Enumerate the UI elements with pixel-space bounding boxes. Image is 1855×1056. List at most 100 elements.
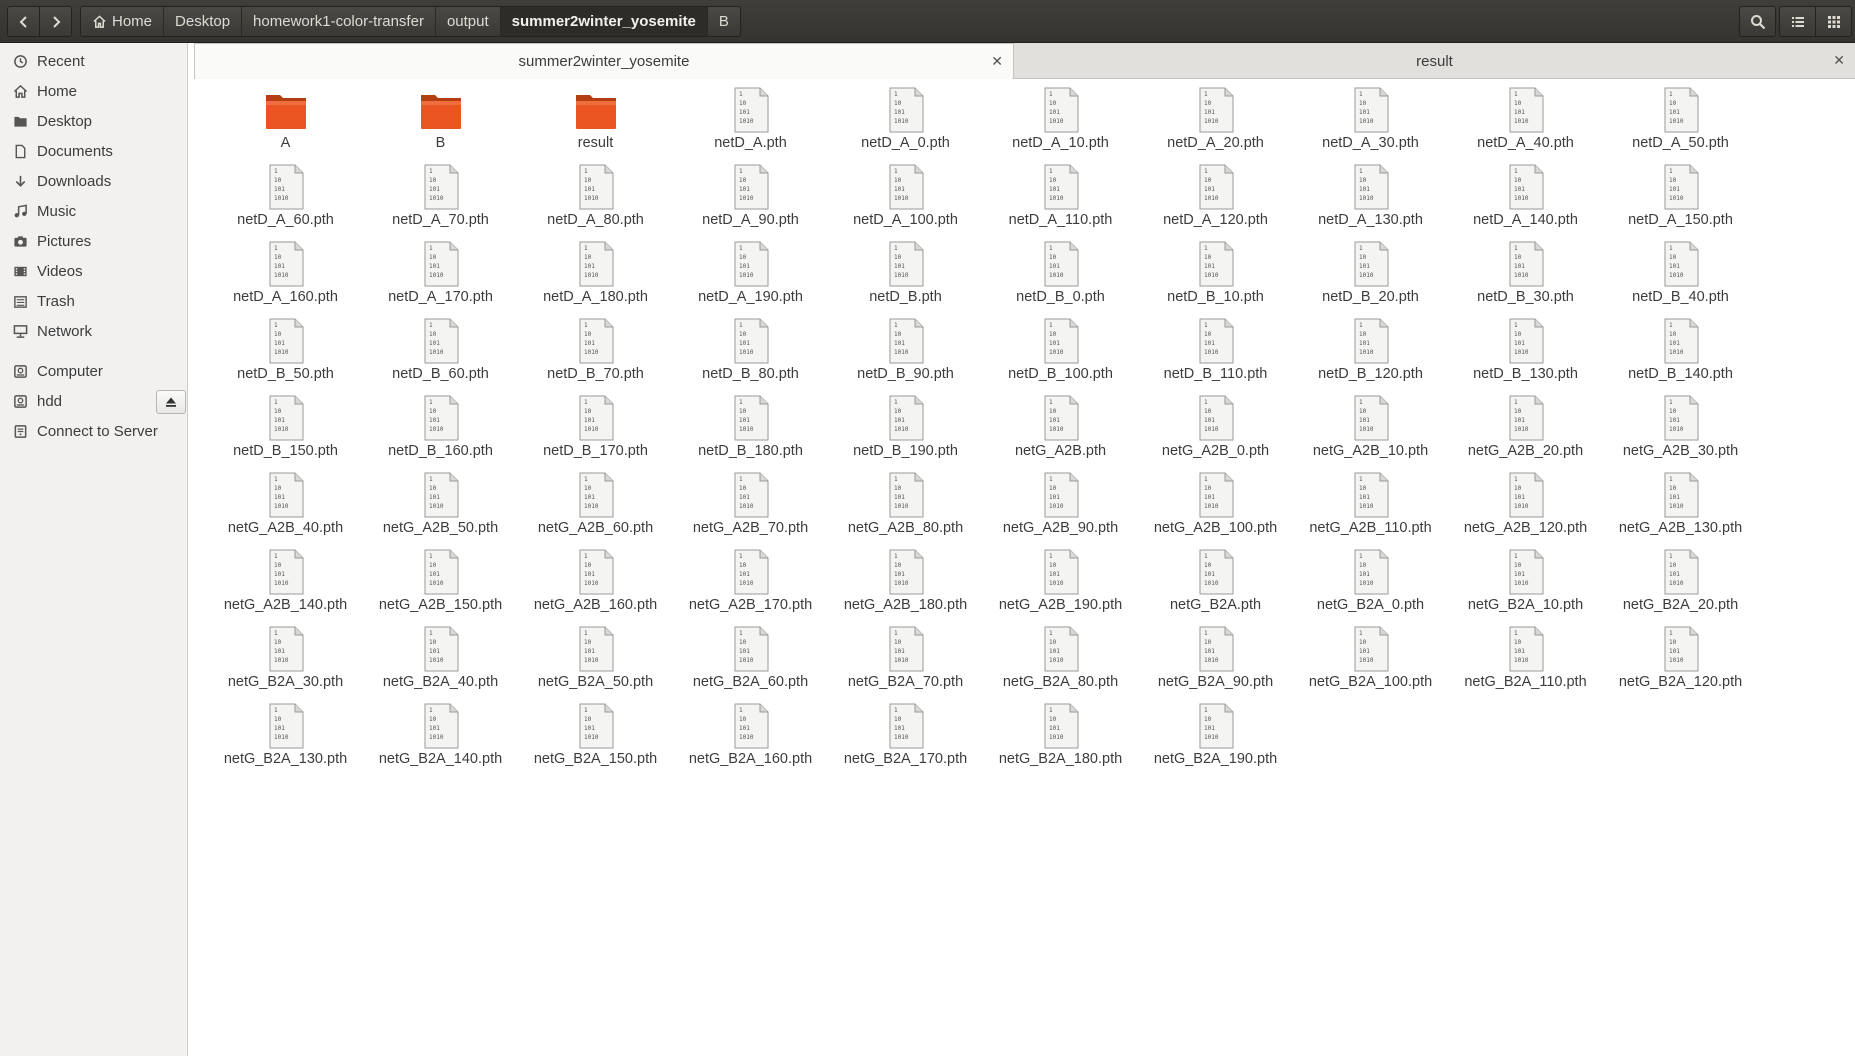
- file-item[interactable]: 1 10 101 1010 netG_B2A_60.pth: [673, 624, 828, 701]
- file-item[interactable]: 1 10 101 1010 netG_A2B_170.pth: [673, 547, 828, 624]
- file-item[interactable]: 1 10 101 1010 netD_B_40.pth: [1603, 239, 1758, 316]
- file-item[interactable]: 1 10 101 1010 netG_B2A_180.pth: [983, 701, 1138, 778]
- file-item[interactable]: 1 10 101 1010 netD_A_70.pth: [363, 162, 518, 239]
- sidebar-item-downloads[interactable]: Downloads: [0, 167, 187, 195]
- file-item[interactable]: 1 10 101 1010 netD_B_70.pth: [518, 316, 673, 393]
- file-item[interactable]: 1 10 101 1010 netD_A_60.pth: [208, 162, 363, 239]
- sidebar-item-music[interactable]: Music: [0, 197, 187, 225]
- folder-item[interactable]: result: [518, 85, 673, 162]
- file-item[interactable]: 1 10 101 1010 netD_A_180.pth: [518, 239, 673, 316]
- breadcrumb-homework[interactable]: homework1-color-transfer: [242, 7, 436, 36]
- file-item[interactable]: 1 10 101 1010 netD_B_60.pth: [363, 316, 518, 393]
- file-item[interactable]: 1 10 101 1010 netG_A2B_40.pth: [208, 470, 363, 547]
- close-icon[interactable]: ✕: [1833, 52, 1845, 69]
- sidebar-item-pictures[interactable]: Pictures: [0, 227, 187, 255]
- file-item[interactable]: 1 10 101 1010 netG_B2A_100.pth: [1293, 624, 1448, 701]
- file-item[interactable]: 1 10 101 1010 netG_B2A_170.pth: [828, 701, 983, 778]
- file-item[interactable]: 1 10 101 1010 netG_B2A_140.pth: [363, 701, 518, 778]
- file-item[interactable]: 1 10 101 1010 netD_B_0.pth: [983, 239, 1138, 316]
- file-item[interactable]: 1 10 101 1010 netG_A2B_190.pth: [983, 547, 1138, 624]
- file-item[interactable]: 1 10 101 1010 netD_B_160.pth: [363, 393, 518, 470]
- list-view-button[interactable]: [1779, 6, 1816, 37]
- file-item[interactable]: 1 10 101 1010 netD_A_160.pth: [208, 239, 363, 316]
- file-item[interactable]: 1 10 101 1010 netG_B2A_80.pth: [983, 624, 1138, 701]
- grid-view-button[interactable]: [1815, 6, 1852, 37]
- file-item[interactable]: 1 10 101 1010 netG_A2B_90.pth: [983, 470, 1138, 547]
- file-item[interactable]: 1 10 101 1010 netD_A_90.pth: [673, 162, 828, 239]
- file-item[interactable]: 1 10 101 1010 netG_B2A_130.pth: [208, 701, 363, 778]
- file-item[interactable]: 1 10 101 1010 netD_B_140.pth: [1603, 316, 1758, 393]
- file-item[interactable]: 1 10 101 1010 netG_A2B_150.pth: [363, 547, 518, 624]
- sidebar-item-home[interactable]: Home: [0, 77, 187, 105]
- close-icon[interactable]: ✕: [991, 53, 1003, 70]
- file-item[interactable]: 1 10 101 1010 netG_A2B_80.pth: [828, 470, 983, 547]
- search-button[interactable]: [1739, 6, 1776, 37]
- tab-summer2winter[interactable]: summer2winter_yosemite ✕: [194, 43, 1014, 79]
- sidebar-item-documents[interactable]: Documents: [0, 137, 187, 165]
- file-item[interactable]: 1 10 101 1010 netG_A2B_180.pth: [828, 547, 983, 624]
- file-item[interactable]: 1 10 101 1010 netD_A_100.pth: [828, 162, 983, 239]
- breadcrumb-b[interactable]: B: [708, 7, 740, 36]
- file-item[interactable]: 1 10 101 1010 netD_B_100.pth: [983, 316, 1138, 393]
- forward-button[interactable]: [39, 6, 72, 37]
- back-button[interactable]: [7, 6, 40, 37]
- folder-item[interactable]: A: [208, 85, 363, 162]
- file-item[interactable]: 1 10 101 1010 netG_B2A_110.pth: [1448, 624, 1603, 701]
- breadcrumb-current[interactable]: summer2winter_yosemite: [500, 7, 708, 36]
- file-item[interactable]: 1 10 101 1010 netD_A_30.pth: [1293, 85, 1448, 162]
- file-item[interactable]: 1 10 101 1010 netG_A2B_50.pth: [363, 470, 518, 547]
- file-item[interactable]: 1 10 101 1010 netG_B2A_120.pth: [1603, 624, 1758, 701]
- breadcrumb-output[interactable]: output: [436, 7, 501, 36]
- file-item[interactable]: 1 10 101 1010 netD_B_30.pth: [1448, 239, 1603, 316]
- file-item[interactable]: 1 10 101 1010 netD_A_140.pth: [1448, 162, 1603, 239]
- sidebar-item-trash[interactable]: Trash: [0, 287, 187, 315]
- sidebar-item-videos[interactable]: Videos: [0, 257, 187, 285]
- file-item[interactable]: 1 10 101 1010 netG_B2A_10.pth: [1448, 547, 1603, 624]
- eject-button[interactable]: [156, 390, 186, 414]
- file-item[interactable]: 1 10 101 1010 netD_A_110.pth: [983, 162, 1138, 239]
- file-item[interactable]: 1 10 101 1010 netG_A2B_70.pth: [673, 470, 828, 547]
- file-item[interactable]: 1 10 101 1010 netD_A_0.pth: [828, 85, 983, 162]
- file-item[interactable]: 1 10 101 1010 netD_B.pth: [828, 239, 983, 316]
- file-item[interactable]: 1 10 101 1010 netD_B_170.pth: [518, 393, 673, 470]
- file-item[interactable]: 1 10 101 1010 netD_A_20.pth: [1138, 85, 1293, 162]
- file-item[interactable]: 1 10 101 1010 netG_B2A_50.pth: [518, 624, 673, 701]
- file-item[interactable]: 1 10 101 1010 netD_A.pth: [673, 85, 828, 162]
- file-item[interactable]: 1 10 101 1010 netG_B2A.pth: [1138, 547, 1293, 624]
- file-item[interactable]: 1 10 101 1010 netG_B2A_20.pth: [1603, 547, 1758, 624]
- file-item[interactable]: 1 10 101 1010 netG_A2B_10.pth: [1293, 393, 1448, 470]
- sidebar-item-connect-server[interactable]: Connect to Server: [0, 417, 187, 445]
- file-item[interactable]: 1 10 101 1010 netD_B_80.pth: [673, 316, 828, 393]
- file-item[interactable]: 1 10 101 1010 netD_A_10.pth: [983, 85, 1138, 162]
- file-item[interactable]: 1 10 101 1010 netD_B_10.pth: [1138, 239, 1293, 316]
- file-item[interactable]: 1 10 101 1010 netD_B_190.pth: [828, 393, 983, 470]
- file-item[interactable]: 1 10 101 1010 netG_B2A_0.pth: [1293, 547, 1448, 624]
- file-item[interactable]: 1 10 101 1010 netD_B_150.pth: [208, 393, 363, 470]
- file-item[interactable]: 1 10 101 1010 netD_B_20.pth: [1293, 239, 1448, 316]
- folder-item[interactable]: B: [363, 85, 518, 162]
- file-item[interactable]: 1 10 101 1010 netG_A2B_160.pth: [518, 547, 673, 624]
- sidebar-item-desktop[interactable]: Desktop: [0, 107, 187, 135]
- file-item[interactable]: 1 10 101 1010 netG_B2A_90.pth: [1138, 624, 1293, 701]
- file-item[interactable]: 1 10 101 1010 netD_A_130.pth: [1293, 162, 1448, 239]
- file-item[interactable]: 1 10 101 1010 netG_B2A_40.pth: [363, 624, 518, 701]
- file-item[interactable]: 1 10 101 1010 netD_B_130.pth: [1448, 316, 1603, 393]
- file-item[interactable]: 1 10 101 1010 netG_A2B_110.pth: [1293, 470, 1448, 547]
- breadcrumb-desktop[interactable]: Desktop: [164, 7, 243, 36]
- file-item[interactable]: 1 10 101 1010 netD_B_110.pth: [1138, 316, 1293, 393]
- file-item[interactable]: 1 10 101 1010 netD_B_180.pth: [673, 393, 828, 470]
- file-item[interactable]: 1 10 101 1010 netD_A_80.pth: [518, 162, 673, 239]
- file-item[interactable]: 1 10 101 1010 netD_B_120.pth: [1293, 316, 1448, 393]
- file-item[interactable]: 1 10 101 1010 netD_A_190.pth: [673, 239, 828, 316]
- file-item[interactable]: 1 10 101 1010 netG_A2B_130.pth: [1603, 470, 1758, 547]
- sidebar-item-computer[interactable]: Computer: [0, 357, 187, 385]
- file-item[interactable]: 1 10 101 1010 netG_A2B_120.pth: [1448, 470, 1603, 547]
- breadcrumb-home[interactable]: Home: [81, 7, 165, 36]
- file-item[interactable]: 1 10 101 1010 netG_B2A_150.pth: [518, 701, 673, 778]
- file-item[interactable]: 1 10 101 1010 netD_A_120.pth: [1138, 162, 1293, 239]
- sidebar-item-recent[interactable]: Recent: [0, 47, 187, 75]
- file-item[interactable]: 1 10 101 1010 netG_A2B_60.pth: [518, 470, 673, 547]
- file-item[interactable]: 1 10 101 1010 netG_A2B_0.pth: [1138, 393, 1293, 470]
- file-item[interactable]: 1 10 101 1010 netD_A_150.pth: [1603, 162, 1758, 239]
- file-item[interactable]: 1 10 101 1010 netD_A_40.pth: [1448, 85, 1603, 162]
